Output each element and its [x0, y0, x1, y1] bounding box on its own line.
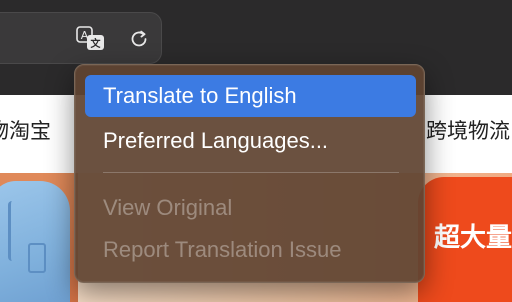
translate-menu: Translate to English Preferred Languages… — [74, 64, 425, 283]
menu-item-report-translation-issue[interactable]: Report Translation Issue — [85, 229, 416, 271]
translate-icon-graphic: A 文 — [76, 26, 104, 50]
svg-text:文: 文 — [91, 37, 102, 50]
menu-separator — [103, 172, 399, 173]
menu-item-preferred-languages[interactable]: Preferred Languages... — [85, 120, 416, 162]
menu-item-translate-to-english[interactable]: Translate to English — [85, 75, 416, 117]
banner-image-model — [0, 173, 78, 302]
shirt-graphic — [0, 181, 70, 302]
promo-text: 超大量 — [434, 223, 512, 253]
reload-icon-graphic — [131, 30, 147, 47]
translate-icon[interactable]: A 文 — [76, 24, 106, 54]
nav-link-cross-border-logistics[interactable]: 跨境物流 — [426, 115, 512, 145]
menu-item-view-original[interactable]: View Original — [85, 187, 416, 229]
reload-icon[interactable] — [124, 24, 154, 54]
nav-link-taobao[interactable]: 物淘宝 — [0, 115, 80, 145]
shirt-pocket — [28, 243, 46, 273]
